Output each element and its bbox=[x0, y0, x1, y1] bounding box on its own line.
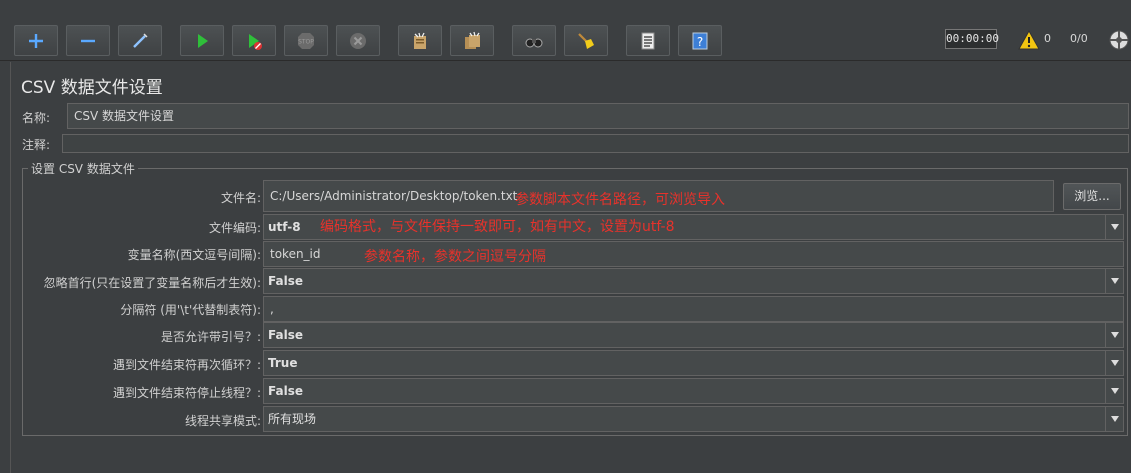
start-no-pause-button[interactable] bbox=[232, 25, 276, 56]
stop-button[interactable]: STOP bbox=[284, 25, 328, 56]
quoted-value: False bbox=[268, 328, 303, 342]
name-input[interactable]: CSV 数据文件设置 bbox=[67, 103, 1129, 129]
add-icon bbox=[29, 33, 43, 48]
svg-text:?: ? bbox=[697, 35, 703, 49]
help-button[interactable]: ? bbox=[678, 25, 722, 56]
clear-icon bbox=[414, 32, 426, 49]
ignore-first-combo[interactable]: False bbox=[263, 268, 1124, 294]
chevron-down-icon[interactable] bbox=[1105, 323, 1123, 347]
remove-button[interactable] bbox=[66, 25, 110, 56]
add-button[interactable] bbox=[14, 25, 58, 56]
quoted-label: 是否允许带引号？: bbox=[160, 330, 261, 344]
encoding-value: utf-8 bbox=[268, 220, 301, 234]
toolbar: STOP ? 00:00:00 0 0/0 bbox=[0, 0, 1131, 61]
svg-text:STOP: STOP bbox=[298, 38, 314, 45]
elapsed-timer: 00:00:00 bbox=[945, 29, 999, 49]
comment-label: 注释: bbox=[22, 138, 51, 152]
stop-icon: STOP bbox=[298, 32, 314, 49]
search-button[interactable] bbox=[512, 25, 556, 56]
chevron-down-icon[interactable] bbox=[1105, 351, 1123, 375]
function-helper-icon bbox=[641, 32, 655, 49]
thread-count: 0/0 bbox=[1070, 32, 1088, 45]
encoding-annotation: 编码格式，与文件保持一致即可，如有中文，设置为utf-8 bbox=[320, 219, 675, 235]
ignore-first-value: False bbox=[268, 274, 303, 288]
shutdown-icon bbox=[350, 32, 366, 49]
recycle-combo[interactable]: True bbox=[263, 350, 1124, 376]
toggle-button[interactable] bbox=[118, 25, 162, 56]
share-mode-label: 线程共享模式: bbox=[184, 414, 261, 428]
start-button[interactable] bbox=[180, 25, 224, 56]
section-legend: 设置 CSV 数据文件 bbox=[28, 160, 138, 177]
shutdown-button[interactable] bbox=[336, 25, 380, 56]
encoding-label: 文件编码: bbox=[208, 221, 261, 235]
share-mode-combo[interactable]: 所有现场 bbox=[263, 406, 1124, 432]
function-helper-button[interactable] bbox=[626, 25, 670, 56]
help-icon: ? bbox=[692, 32, 708, 49]
share-mode-value: 所有现场 bbox=[268, 412, 317, 426]
filename-annotation: 参数脚本文件名路径，可浏览导入 bbox=[515, 192, 725, 208]
reset-search-button[interactable] bbox=[564, 25, 608, 56]
clear-all-icon bbox=[465, 31, 480, 49]
browse-button[interactable]: 浏览... bbox=[1063, 183, 1121, 210]
comment-input[interactable] bbox=[62, 134, 1129, 153]
clear-button[interactable] bbox=[398, 25, 442, 56]
filename-label: 文件名: bbox=[220, 191, 261, 205]
name-label: 名称: bbox=[22, 111, 51, 125]
warning-icon[interactable] bbox=[1018, 30, 1040, 50]
start-no-pause-icon bbox=[249, 33, 262, 50]
search-binoculars-icon bbox=[525, 38, 543, 47]
recycle-label: 遇到文件结束符再次循环？: bbox=[112, 358, 261, 372]
reset-search-broom-icon bbox=[578, 32, 594, 49]
chevron-down-icon[interactable] bbox=[1105, 407, 1123, 431]
page-title: CSV 数据文件设置 bbox=[21, 78, 163, 98]
clear-all-button[interactable] bbox=[450, 25, 494, 56]
chevron-down-icon[interactable] bbox=[1105, 269, 1123, 293]
quoted-combo[interactable]: False bbox=[263, 322, 1124, 348]
wand-icon bbox=[133, 32, 148, 48]
stop-thread-label: 遇到文件结束符停止线程？: bbox=[112, 386, 261, 400]
delimiter-label: 分隔符 (用'\t'代替制表符): bbox=[120, 303, 261, 317]
remove-icon bbox=[81, 39, 95, 42]
stop-thread-value: False bbox=[268, 384, 303, 398]
warning-count: 0 bbox=[1044, 32, 1051, 45]
start-icon bbox=[198, 33, 208, 48]
varnames-label: 变量名称(西文逗号间隔): bbox=[127, 248, 261, 262]
varnames-annotation: 参数名称，参数之间逗号分隔 bbox=[364, 249, 546, 265]
recycle-value: True bbox=[268, 356, 298, 370]
remote-globe-icon[interactable] bbox=[1108, 29, 1130, 51]
stop-thread-combo[interactable]: False bbox=[263, 378, 1124, 404]
ignore-first-label: 忽略首行(只在设置了变量名称后才生效): bbox=[43, 276, 261, 290]
chevron-down-icon[interactable] bbox=[1105, 215, 1123, 239]
chevron-down-icon[interactable] bbox=[1105, 379, 1123, 403]
delimiter-input[interactable]: , bbox=[263, 296, 1124, 322]
